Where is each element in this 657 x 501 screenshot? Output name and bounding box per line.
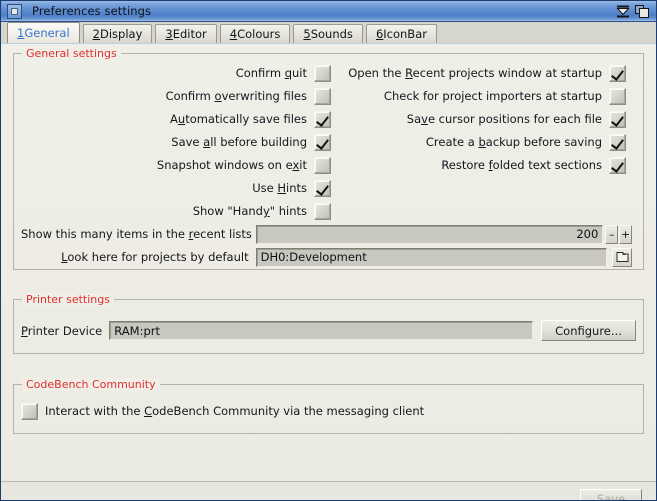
tab-colours-accel: 4 xyxy=(230,27,237,41)
setting-row-open-recent-projects-window: Open the Recent projects window at start… xyxy=(336,64,626,82)
setting-row-create-backup-before-saving: Create a backup before saving xyxy=(336,133,626,151)
setting-label-confirm-quit: Confirm quit xyxy=(236,66,314,80)
tab-sounds-label: Sounds xyxy=(311,27,353,41)
tab-strip: 1 General 2 Display 3 Editor 4 Colours 5… xyxy=(1,22,656,44)
setting-label-automatically-save-files: Automatically save files xyxy=(170,112,314,126)
tab-colours[interactable]: 4 Colours xyxy=(220,24,291,43)
tab-display-accel: 2 xyxy=(93,27,100,41)
preferences-window: Preferences settings 1 General 2 D xyxy=(0,0,657,501)
preferences-content: General settings Confirm quit Confirm ov… xyxy=(1,44,656,481)
tab-display[interactable]: 2 Display xyxy=(83,24,153,43)
tab-general-accel: 1 xyxy=(17,26,24,40)
recent-lists-decrement-button[interactable]: – xyxy=(605,225,618,244)
setting-row-confirm-overwriting-files: Confirm overwriting files xyxy=(21,87,331,105)
window-titlebar: Preferences settings xyxy=(1,1,656,22)
tab-general-label: General xyxy=(24,26,69,40)
tab-sounds[interactable]: 5 Sounds xyxy=(293,24,363,43)
setting-label-check-project-importers: Check for project importers at startup xyxy=(384,89,609,103)
setting-row-use-hints: Use Hints xyxy=(21,179,331,197)
printer-device-label: Printer Device xyxy=(21,324,109,338)
configure-button[interactable]: Configure... xyxy=(541,320,636,341)
save-button[interactable]: Save xyxy=(580,489,642,501)
tab-display-label: Display xyxy=(100,27,142,41)
checkbox-save-cursor-positions[interactable] xyxy=(609,111,626,128)
setting-row-save-cursor-positions: Save cursor positions for each file xyxy=(336,110,626,128)
checkbox-restore-folded-text-sections[interactable] xyxy=(609,157,626,174)
depth-arrange-icon[interactable] xyxy=(634,4,650,19)
setting-label-snapshot-windows-on-exit: Snapshot windows on exit xyxy=(157,158,314,172)
tab-editor-accel: 3 xyxy=(165,27,172,41)
checkbox-interact-with-community[interactable] xyxy=(21,403,38,420)
checkbox-check-project-importers[interactable] xyxy=(609,88,626,105)
tab-editor[interactable]: 3 Editor xyxy=(155,24,216,43)
checkbox-create-backup-before-saving[interactable] xyxy=(609,134,626,151)
checkbox-snapshot-windows-on-exit[interactable] xyxy=(314,157,331,174)
recent-lists-label: Show this many items in the recent lists xyxy=(21,227,256,241)
tab-general[interactable]: 1 General xyxy=(7,22,80,43)
checkbox-use-hints[interactable] xyxy=(314,180,331,197)
setting-label-show-handy-hints: Show "Handy" hints xyxy=(193,204,314,218)
setting-row-check-project-importers: Check for project importers at startup xyxy=(336,87,626,105)
codebench-community-label: CodeBench Community xyxy=(22,378,160,391)
projects-path-input[interactable]: DH0:Development xyxy=(256,248,607,267)
setting-label-restore-folded-text-sections: Restore folded text sections xyxy=(441,158,609,172)
tab-colours-label: Colours xyxy=(237,27,280,41)
setting-row-show-handy-hints: Show "Handy" hints xyxy=(21,202,331,220)
setting-row-automatically-save-files: Automatically save files xyxy=(21,110,331,128)
window-title: Preferences settings xyxy=(32,4,151,18)
projects-path-row: Look here for projects by default DH0:De… xyxy=(21,247,632,267)
setting-label-create-backup-before-saving: Create a backup before saving xyxy=(426,135,609,149)
checkbox-automatically-save-files[interactable] xyxy=(314,111,331,128)
window-footer: Save xyxy=(1,481,656,501)
community-setting-label: Interact with the CodeBench Community vi… xyxy=(38,404,424,418)
recent-lists-row: Show this many items in the recent lists… xyxy=(21,224,632,244)
checkbox-confirm-quit[interactable] xyxy=(314,65,331,82)
setting-label-save-cursor-positions: Save cursor positions for each file xyxy=(407,112,609,126)
checkbox-save-all-before-building[interactable] xyxy=(314,134,331,151)
setting-row-snapshot-windows-on-exit: Snapshot windows on exit xyxy=(21,156,331,174)
setting-row-save-all-before-building: Save all before building xyxy=(21,133,331,151)
community-row: Interact with the CodeBench Community vi… xyxy=(21,401,424,421)
folder-icon[interactable] xyxy=(612,248,632,267)
projects-path-label: Look here for projects by default xyxy=(21,250,256,264)
setting-row-restore-folded-text-sections: Restore folded text sections xyxy=(336,156,626,174)
checkbox-show-handy-hints[interactable] xyxy=(314,203,331,220)
titlebar-gadgets xyxy=(615,4,654,19)
recent-lists-input[interactable]: 200 xyxy=(256,225,603,244)
recent-lists-increment-button[interactable]: + xyxy=(619,225,632,244)
printer-device-input[interactable]: RAM:prt xyxy=(109,321,533,340)
tab-iconbar[interactable]: 6 IconBar xyxy=(366,24,437,43)
setting-label-confirm-overwriting-files: Confirm overwriting files xyxy=(166,89,314,103)
printer-device-row: Printer Device RAM:prt Configure... xyxy=(21,320,636,341)
tab-editor-label: Editor xyxy=(173,27,207,41)
close-icon[interactable] xyxy=(7,4,22,19)
setting-label-save-all-before-building: Save all before building xyxy=(171,135,314,149)
checkbox-open-recent-projects-window[interactable] xyxy=(609,65,626,82)
checkbox-confirm-overwriting-files[interactable] xyxy=(314,88,331,105)
iconify-icon[interactable] xyxy=(615,4,631,19)
setting-label-open-recent-projects-window: Open the Recent projects window at start… xyxy=(348,66,609,80)
tab-sounds-accel: 5 xyxy=(303,27,310,41)
tab-iconbar-label: IconBar xyxy=(383,27,427,41)
general-settings-label: General settings xyxy=(22,47,121,60)
setting-label-use-hints: Use Hints xyxy=(252,181,314,195)
tab-iconbar-accel: 6 xyxy=(376,27,383,41)
printer-settings-label: Printer settings xyxy=(22,293,114,306)
setting-row-confirm-quit: Confirm quit xyxy=(21,64,331,82)
